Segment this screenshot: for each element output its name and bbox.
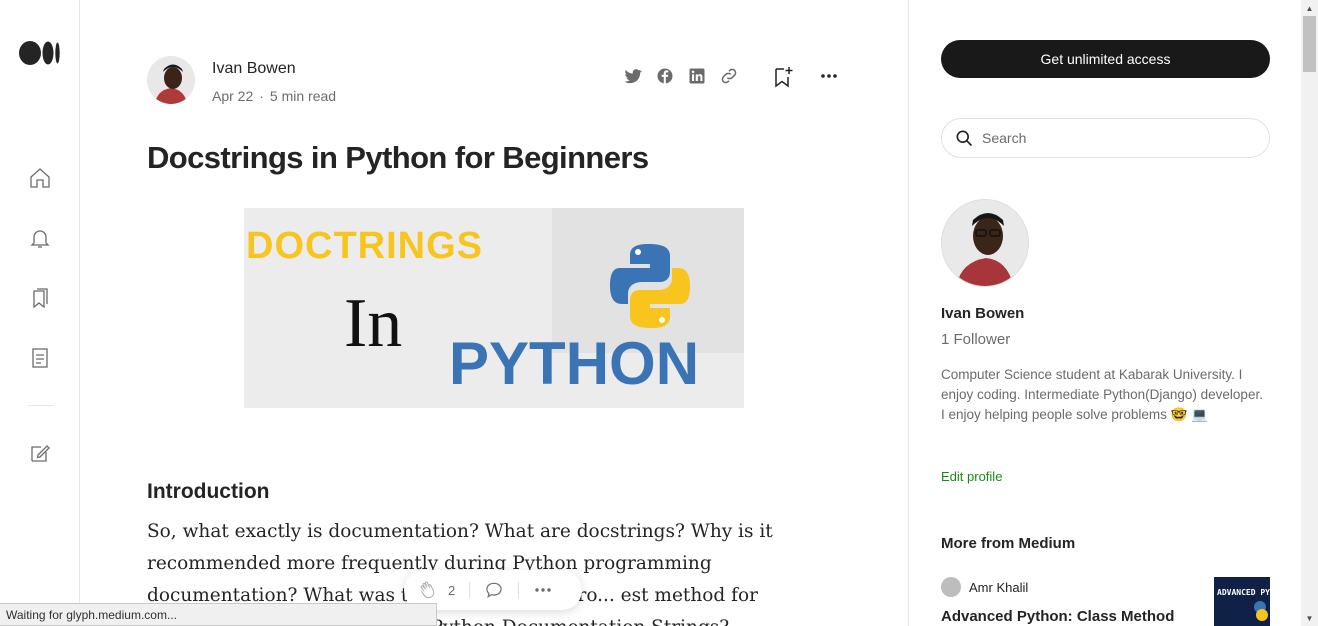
search-input[interactable]: [982, 130, 1242, 146]
more-options-icon[interactable]: [819, 66, 839, 86]
profile-avatar[interactable]: [941, 199, 1029, 287]
article-column: Ivan Bowen Apr 22 · 5 min read Docstring…: [80, 0, 908, 626]
scroll-up-arrow-icon[interactable]: ▲: [1301, 0, 1318, 16]
recommended-post-thumbnail[interactable]: ADVANCED PYTHON: [1214, 577, 1270, 626]
hero-image: DOCTRINGS In PYTHON: [244, 208, 744, 408]
save-bookmark-icon[interactable]: [773, 66, 793, 88]
recommended-author[interactable]: Amr Khalil: [941, 577, 1028, 597]
recommended-post-title[interactable]: Advanced Python: Class Method: [941, 608, 1174, 625]
comment-icon[interactable]: [484, 580, 504, 600]
copy-link-icon[interactable]: [719, 66, 739, 86]
article-meta: Apr 22 · 5 min read: [212, 88, 337, 104]
linkedin-icon[interactable]: [687, 66, 707, 86]
recommended-author-avatar: [941, 577, 961, 597]
more-from-medium-heading: More from Medium: [941, 535, 1076, 552]
share-icons: [623, 66, 739, 86]
section-heading: Introduction: [147, 480, 270, 503]
clap-icon[interactable]: [418, 580, 438, 600]
stories-icon[interactable]: [28, 346, 52, 370]
write-icon[interactable]: [28, 441, 52, 465]
publish-date: Apr 22: [212, 88, 254, 104]
nav-divider: [28, 405, 53, 406]
hero-line2: In: [344, 285, 402, 362]
thumb-text: ADVANCED PYTHON: [1217, 588, 1270, 597]
more-icon[interactable]: [533, 580, 553, 600]
profile-bio: Computer Science student at Kabarak Univ…: [941, 367, 1263, 422]
recommended-author-name: Amr Khalil: [969, 579, 1029, 595]
bookmarks-icon[interactable]: [28, 286, 52, 310]
hero-line3: PYTHON: [449, 330, 699, 397]
page-scrollbar[interactable]: ▲ ▼: [1301, 0, 1318, 626]
scroll-thumb[interactable]: [1303, 16, 1316, 72]
search-icon: [956, 130, 973, 147]
clap-count: 2: [448, 582, 456, 598]
search-box[interactable]: [941, 118, 1270, 158]
get-unlimited-access-button[interactable]: Get unlimited access: [941, 40, 1270, 78]
article-title: Docstrings in Python for Beginners: [147, 140, 649, 175]
author-row: Ivan Bowen Apr 22 · 5 min read: [147, 56, 847, 108]
browser-status-bar: Waiting for glyph.medium.com...: [0, 603, 437, 626]
read-time: 5 min read: [269, 88, 337, 104]
right-sidebar: Get unlimited access Ivan Bowen 1 Follow…: [908, 0, 1301, 626]
scroll-down-arrow-icon[interactable]: ▼: [1301, 610, 1318, 626]
author-avatar[interactable]: [147, 56, 195, 104]
edit-profile-link[interactable]: Edit profile: [941, 469, 1002, 484]
hero-line1: DOCTRINGS: [246, 225, 483, 267]
author-name[interactable]: Ivan Bowen: [212, 60, 296, 78]
medium-logo-icon[interactable]: [19, 40, 61, 66]
left-nav-rail: [0, 0, 80, 626]
profile-name[interactable]: Ivan Bowen: [941, 305, 1024, 322]
home-icon[interactable]: [28, 166, 52, 190]
bell-icon[interactable]: [28, 226, 52, 250]
twitter-icon[interactable]: [623, 66, 643, 86]
follower-count[interactable]: 1 Follower: [941, 331, 1010, 348]
facebook-icon[interactable]: [655, 66, 675, 86]
article-actions: [773, 66, 839, 88]
